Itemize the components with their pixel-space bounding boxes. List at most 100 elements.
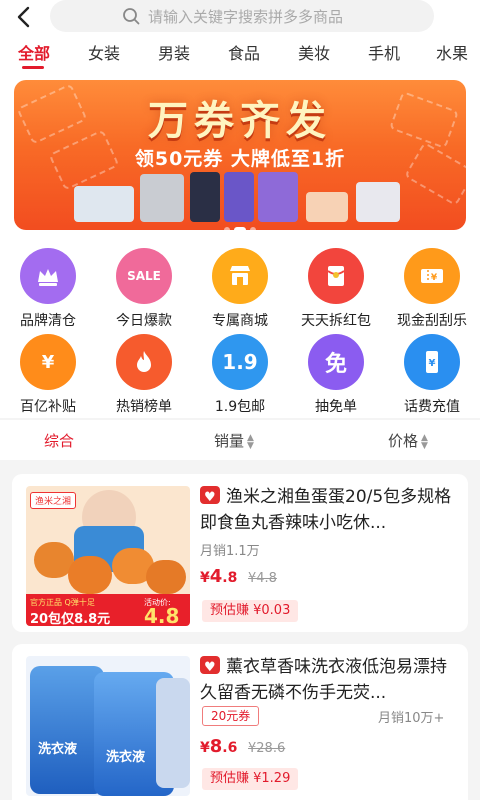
sort-price[interactable]: 价格 ▲ ▼: [388, 430, 428, 451]
product-thumbnail: 渔米之湘 官方正品 Q弹十足 20包仅8.8元 活动价: 4.8: [26, 486, 190, 626]
product-thumbnail: 洗衣液 洗衣液: [26, 656, 190, 796]
red-envelope-icon: [308, 248, 364, 304]
original-price: ¥4.8: [248, 571, 277, 586]
brand-logo: 渔米之湘: [30, 492, 77, 509]
category-tabs: 全部 女装 男装 食品 美妆 手机 水果: [0, 34, 480, 70]
thumb-badge: 官方正品 Q弹十足: [30, 598, 95, 607]
currency-symbol: ¥: [200, 570, 210, 586]
pdd-logo-icon: [200, 485, 220, 511]
coupon-badge: 20元券: [202, 706, 260, 726]
price-decimal: .6: [222, 740, 238, 756]
shortcut-label: 专属商城: [212, 313, 268, 329]
monthly-sales: 月销10万+: [378, 711, 445, 726]
banner-section: 万券齐发 领50元券 大牌低至1折: [0, 70, 480, 238]
tab-food[interactable]: 食品: [228, 40, 260, 64]
shortcut-free-shipping[interactable]: 1.9 1.9包邮: [192, 334, 288, 416]
original-price: ¥28.6: [248, 741, 286, 756]
badge-glyph: 1.9: [222, 350, 258, 374]
shortcut-free-order[interactable]: 免 抽免单: [288, 334, 384, 416]
product-title: 渔米之湘鱼蛋蛋20/5包多规格即食鱼丸香辣味小吃休...: [200, 484, 462, 536]
shortcut-red-envelope[interactable]: 天天拆红包: [288, 248, 384, 330]
sort-sales[interactable]: 销量 ▲ ▼: [214, 430, 254, 451]
money-bag-glyph: ¥: [41, 351, 55, 373]
thumb-activity-price: 4.8: [144, 604, 180, 626]
shortcut-today-hot[interactable]: SALE 今日爆款: [96, 248, 192, 330]
sale-glyph: SALE: [127, 269, 161, 283]
estimated-earnings: 预估赚 ¥1.29: [202, 768, 299, 790]
sale-icon: SALE: [116, 248, 172, 304]
estimated-earnings: 预估赚 ¥0.03: [202, 600, 299, 622]
tab-fruit[interactable]: 水果: [436, 40, 468, 64]
product-card[interactable]: 渔米之湘 官方正品 Q弹十足 20包仅8.8元 活动价: 4.8 渔米之湘鱼蛋蛋…: [12, 474, 468, 632]
shortcut-grid: 品牌清仓 SALE 今日爆款 专属商城 天天拆红包 ¥ 现金刮刮乐 ¥ 百亿补贴: [0, 238, 480, 418]
crown-icon: [20, 248, 76, 304]
product-title: 薰衣草香味洗衣液低泡易漂持久留香无磷不伤手无荧...: [200, 654, 462, 706]
shortcut-label: 天天拆红包: [301, 313, 371, 329]
top-bar: 请输入关键字搜索拼多多商品: [0, 0, 480, 34]
shortcut-subsidy[interactable]: ¥ 百亿补贴: [0, 334, 96, 416]
shortcut-label: 百亿补贴: [20, 399, 76, 415]
tab-all[interactable]: 全部: [18, 40, 50, 64]
shortcut-label: 品牌清仓: [20, 313, 76, 329]
product-price: ¥8.6: [200, 736, 237, 757]
shortcut-label: 现金刮刮乐: [397, 313, 467, 329]
phone-topup-icon: ¥: [404, 334, 460, 390]
sort-sales-label: 销量: [214, 432, 245, 450]
banner-subtitle: 领50元券 大牌低至1折: [134, 148, 346, 170]
shortcut-hot-list[interactable]: 热销榜单: [96, 334, 192, 416]
search-placeholder: 请输入关键字搜索拼多多商品: [148, 7, 344, 26]
product-image: [258, 172, 298, 222]
tab-womens[interactable]: 女装: [88, 40, 120, 64]
tab-mens[interactable]: 男装: [158, 40, 190, 64]
sort-price-label: 价格: [388, 432, 419, 450]
fishball-image: [68, 556, 112, 594]
shortcut-scratch-card[interactable]: ¥ 现金刮刮乐: [384, 248, 480, 330]
tab-beauty[interactable]: 美妆: [298, 40, 330, 64]
promo-banner[interactable]: 万券齐发 领50元券 大牌低至1折: [14, 80, 466, 230]
price-integer: 4: [209, 566, 223, 587]
tab-phones[interactable]: 手机: [368, 40, 400, 64]
store-icon: [212, 248, 268, 304]
product-image: [190, 172, 220, 222]
search-icon: [123, 8, 140, 25]
thumb-price-text: 20包仅8.8元: [30, 612, 111, 626]
detergent-bottle-image: [30, 666, 104, 794]
back-button[interactable]: [10, 4, 38, 30]
shortcut-label: 话费充值: [404, 399, 460, 415]
active-tab-indicator: [22, 66, 44, 69]
product-card[interactable]: 洗衣液 洗衣液 薰衣草香味洗衣液低泡易漂持久留香无磷不伤手无荧... 20元券 …: [12, 644, 468, 800]
product-image: [74, 186, 134, 222]
money-bag-icon: ¥: [20, 334, 76, 390]
sort-overall[interactable]: 综合: [44, 430, 74, 451]
product-price: ¥4.8: [200, 566, 237, 587]
product-image: [224, 172, 254, 222]
shortcut-phone-topup[interactable]: ¥ 话费充值: [384, 334, 480, 416]
banner-title: 万券齐发: [148, 97, 332, 144]
product-image: [140, 174, 184, 222]
shortcut-exclusive-mall[interactable]: 专属商城: [192, 248, 288, 330]
currency-symbol: ¥: [200, 740, 210, 756]
svg-text:¥: ¥: [429, 358, 436, 369]
search-input[interactable]: 请输入关键字搜索拼多多商品: [50, 0, 434, 32]
free-order-icon: 免: [308, 334, 364, 390]
shortcut-brand-clearance[interactable]: 品牌清仓: [0, 248, 96, 330]
free-glyph: 免: [324, 352, 347, 377]
thumb-label: 洗衣液: [38, 742, 78, 757]
price-decimal: .8: [222, 570, 238, 586]
product-title-text: 薰衣草香味洗衣液低泡易漂持久留香无磷不伤手无荧...: [200, 657, 447, 703]
product-image: [356, 182, 400, 222]
refill-pack-image: [156, 678, 190, 788]
fishball-image: [146, 560, 186, 594]
sort-arrows-icon: ▲ ▼: [421, 432, 428, 451]
sort-bar: 综合 销量 ▲ ▼ 价格 ▲ ▼: [0, 420, 480, 460]
chevron-left-icon: [17, 6, 30, 28]
badge-1-9-icon: 1.9: [212, 334, 268, 390]
svg-text:¥: ¥: [431, 273, 438, 283]
monthly-sales: 月销1.1万: [200, 544, 260, 559]
flame-icon: [116, 334, 172, 390]
shortcut-label: 抽免单: [315, 399, 357, 415]
banner-products-image: [74, 172, 404, 222]
carousel-dots: [14, 218, 466, 230]
shortcut-label: 今日爆款: [116, 313, 172, 329]
product-title-text: 渔米之湘鱼蛋蛋20/5包多规格即食鱼丸香辣味小吃休...: [200, 487, 452, 533]
